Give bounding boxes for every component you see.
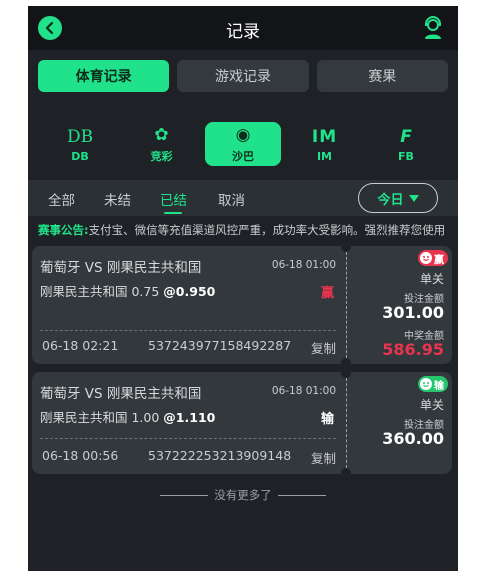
tab-game-records[interactable]: 游戏记录 bbox=[177, 60, 309, 92]
filter-all[interactable]: 全部 bbox=[48, 189, 75, 209]
bet-details: 葡萄牙 VS 刚果民主共和国 06-18 01:00 刚果民主共和国 1.00 … bbox=[32, 372, 346, 474]
win-amount: 586.95 bbox=[382, 340, 444, 359]
caret-down-icon bbox=[408, 194, 419, 202]
result-badge: 赢 bbox=[418, 250, 448, 266]
stake-amount: 360.00 bbox=[382, 429, 444, 448]
record-tabs: 体育记录 游戏记录 赛果 bbox=[28, 50, 458, 92]
filter-settled[interactable]: 已结 bbox=[160, 189, 187, 209]
filter-cancelled[interactable]: 取消 bbox=[218, 189, 245, 209]
dashed-separator bbox=[40, 330, 336, 331]
provider-jingcai[interactable]: ✿ 竞彩 bbox=[124, 122, 200, 166]
divider-line bbox=[160, 495, 209, 496]
provider-selector: DB DB ✿ 竞彩 ◉ 沙巴 IM IM F FB bbox=[28, 92, 458, 166]
im-logo-icon: IM bbox=[311, 126, 338, 147]
bet-amounts: 赢 单关 投注金额 301.00 中奖金额 586.95 bbox=[350, 246, 452, 364]
divider-line bbox=[277, 495, 326, 496]
announcement-text: 支付宝、微信等充值渠道风控严重，成功率大受影响。强烈推荐您使用 bbox=[88, 223, 446, 237]
no-more-text: 没有更多了 bbox=[214, 488, 272, 502]
provider-fb[interactable]: F FB bbox=[368, 122, 444, 166]
active-filter-underline bbox=[164, 212, 182, 214]
ticket-divider bbox=[346, 378, 347, 468]
bet-card[interactable]: 葡萄牙 VS 刚果民主共和国 06-18 01:00 刚果民主共和国 0.75 … bbox=[32, 246, 452, 364]
match-name: 葡萄牙 VS 刚果民主共和国 bbox=[40, 386, 202, 402]
provider-im[interactable]: IM IM bbox=[287, 122, 363, 166]
bet-card[interactable]: 葡萄牙 VS 刚果民主共和国 06-18 01:00 刚果民主共和国 1.00 … bbox=[32, 372, 452, 474]
provider-label: 沙巴 bbox=[232, 150, 254, 163]
provider-label: FB bbox=[398, 149, 414, 163]
date-filter-button[interactable]: 今日 bbox=[358, 183, 438, 213]
happy-face-icon bbox=[420, 378, 432, 390]
odds-value: @1.110 bbox=[163, 410, 216, 425]
bet-selection: 刚果民主共和国 0.75 @0.950 bbox=[40, 281, 215, 300]
match-name: 葡萄牙 VS 刚果民主共和国 bbox=[40, 260, 202, 276]
tab-sports-records[interactable]: 体育记录 bbox=[38, 60, 170, 92]
announcement-label: 赛事公告: bbox=[38, 223, 89, 237]
filter-unsettled[interactable]: 未结 bbox=[104, 189, 131, 209]
bet-result: 输 bbox=[320, 412, 334, 427]
ticket-divider bbox=[346, 252, 347, 358]
date-filter-label: 今日 bbox=[377, 192, 404, 208]
status-filter-bar: 全部 未结 已结 取消 今日 bbox=[28, 180, 458, 216]
bet-id: 537222253213909148 bbox=[148, 448, 292, 463]
result-badge-label: 输 bbox=[434, 380, 444, 392]
bet-time: 06-18 00:56 bbox=[42, 448, 119, 463]
tab-results[interactable]: 赛果 bbox=[316, 60, 448, 92]
provider-shaba[interactable]: ◉ 沙巴 bbox=[205, 122, 281, 166]
provider-label: IM bbox=[316, 149, 333, 163]
copy-button[interactable]: 复制 bbox=[311, 448, 336, 467]
page-title: 记录 bbox=[226, 22, 260, 42]
stake-amount: 301.00 bbox=[382, 303, 444, 322]
bet-selection: 刚果民主共和国 1.00 @1.110 bbox=[40, 407, 215, 426]
provider-label: 竞彩 bbox=[150, 150, 173, 163]
dashed-separator bbox=[40, 438, 336, 439]
odds-value: @0.950 bbox=[163, 284, 216, 299]
copy-button[interactable]: 复制 bbox=[311, 338, 336, 357]
jingcai-logo-icon: ✿ bbox=[154, 125, 169, 145]
announcement-marquee: 赛事公告:支付宝、微信等充值渠道风控严重，成功率大受影响。强烈推荐您使用 bbox=[38, 222, 458, 238]
bet-type: 单关 bbox=[419, 272, 444, 286]
happy-face-icon bbox=[420, 252, 432, 264]
result-badge: 输 bbox=[418, 376, 448, 392]
bet-result: 赢 bbox=[320, 286, 334, 301]
provider-db[interactable]: DB DB bbox=[42, 122, 118, 166]
match-time: 06-18 01:00 bbox=[271, 259, 336, 271]
db-logo-icon: DB bbox=[66, 126, 94, 147]
no-more-indicator: 没有更多了 bbox=[28, 487, 458, 503]
customer-service-icon[interactable] bbox=[422, 16, 444, 40]
bet-details: 葡萄牙 VS 刚果民主共和国 06-18 01:00 刚果民主共和国 0.75 … bbox=[32, 246, 346, 364]
result-badge-label: 赢 bbox=[434, 254, 444, 266]
selection-text: 刚果民主共和国 0.75 bbox=[40, 284, 160, 299]
shaba-logo-icon: ◉ bbox=[235, 125, 251, 145]
selection-text: 刚果民主共和国 1.00 bbox=[40, 410, 160, 425]
bet-id: 537243977158492287 bbox=[148, 338, 292, 353]
bet-type: 单关 bbox=[419, 398, 444, 412]
app-screen: 记录 体育记录 游戏记录 赛果 DB DB ✿ 竞彩 ◉ 沙巴 IM IM F bbox=[28, 6, 458, 571]
top-bar: 记录 bbox=[28, 6, 458, 50]
bet-amounts: 输 单关 投注金额 360.00 bbox=[350, 372, 452, 474]
fb-logo-icon: F bbox=[400, 126, 412, 147]
provider-label: DB bbox=[71, 149, 89, 163]
match-time: 06-18 01:00 bbox=[271, 385, 336, 397]
bet-time: 06-18 02:21 bbox=[42, 338, 119, 353]
